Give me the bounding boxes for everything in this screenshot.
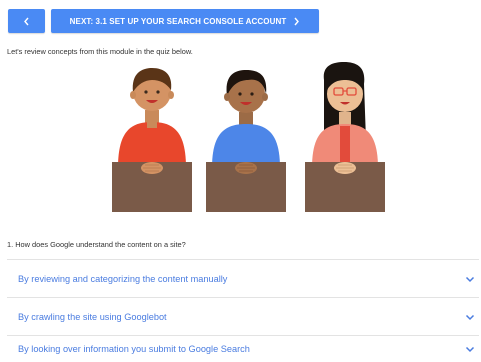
answer-option[interactable]: By looking over information you submit t…: [7, 336, 479, 362]
person-blue-shirt: [206, 70, 286, 212]
chevron-down-icon: [465, 270, 475, 288]
answer-option-label: By looking over information you submit t…: [18, 344, 250, 354]
answer-option[interactable]: By reviewing and categorizing the conten…: [7, 260, 479, 298]
quiz-question: 1. How does Google understand the conten…: [7, 240, 186, 249]
chevron-down-icon: [465, 308, 475, 326]
person-red-shirt: [112, 68, 192, 212]
three-people-at-desks-illustration: [112, 62, 385, 212]
answer-option-label: By crawling the site using Googlebot: [18, 312, 167, 322]
answer-option-label: By reviewing and categorizing the conten…: [18, 274, 228, 284]
chevron-down-icon: [465, 340, 475, 358]
person-pink-shirt: [305, 62, 385, 212]
answer-option[interactable]: By crawling the site using Googlebot: [7, 298, 479, 336]
